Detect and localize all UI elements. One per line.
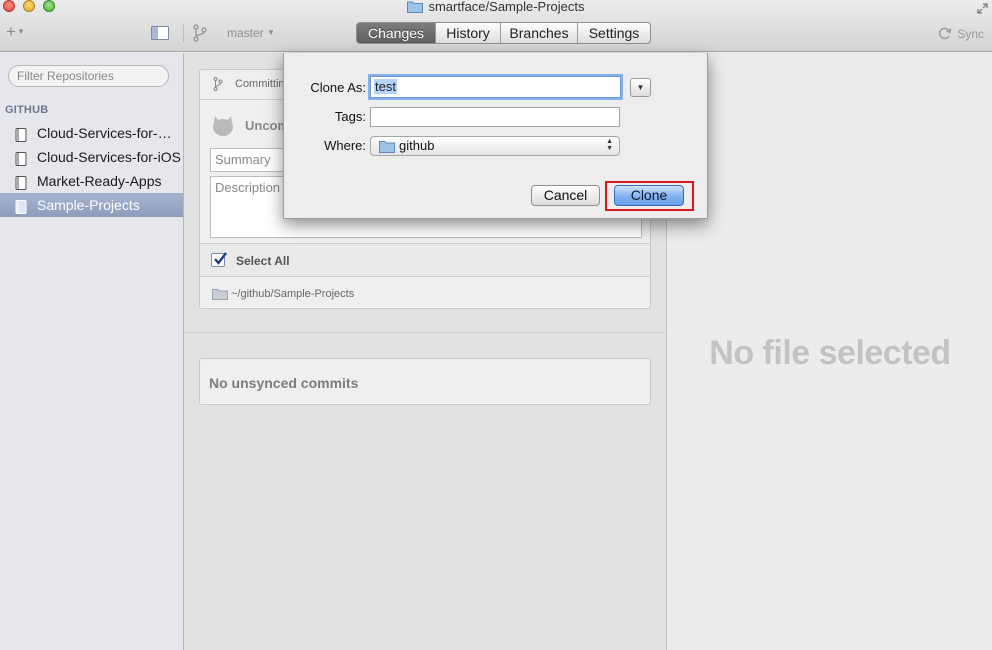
fullscreen-icon[interactable] [977,2,988,14]
sidebar-item-cloud-services-ios[interactable]: Cloud-Services-for-iOS [0,145,183,169]
chevron-down-icon: ▼ [267,28,275,37]
tags-label: Tags: [334,109,366,124]
folder-icon [407,0,424,16]
sidebar-section-github: GITHUB [5,104,49,116]
unsynced-commits-label: No unsynced commits [209,375,359,391]
branch-icon[interactable] [192,24,208,45]
cancel-button[interactable]: Cancel [531,185,600,206]
where-value: github [399,138,435,153]
no-file-selected-label: No file selected [709,334,951,372]
sidebar-item-label: Sample-Projects [37,197,140,213]
octocat-avatar-icon [210,113,236,139]
sidebar-item-label: Cloud-Services-for-iOS [37,149,181,165]
sync-button[interactable]: Sync [937,26,984,44]
sidebar-item-cloud-services-android[interactable]: Cloud-Services-for-… [0,121,183,145]
window-title-text: smartface/Sample-Projects [428,0,585,14]
repository-icon [15,150,27,169]
tab-branches[interactable]: Branches [500,23,577,43]
clone-as-options-button[interactable]: ▼ [630,78,651,97]
sidebar-item-sample-projects[interactable]: Sample-Projects [0,193,183,217]
sync-icon [937,26,952,44]
sidebar-item-market-ready-apps[interactable]: Market-Ready-Apps [0,169,183,193]
select-all-checkbox[interactable] [211,252,227,267]
changes-path-row: ~/github/Sample-Projects [200,278,650,309]
unsynced-commits-card: No unsynced commits [199,358,651,405]
select-all-label: Select All [236,254,290,268]
repository-icon [15,126,27,145]
branch-selector[interactable]: master ▼ [227,26,275,40]
sidebar: Filter Repositories GITHUB Cloud-Service… [0,53,184,650]
add-repository-button[interactable]: +▼ [6,23,25,40]
committing-label: Committin [235,78,285,90]
filter-repositories-input[interactable]: Filter Repositories [8,65,169,87]
select-all-row: Select All [200,243,650,277]
sync-label: Sync [957,27,984,41]
folder-icon [379,140,395,158]
where-select[interactable]: github ▲ ▼ [370,136,620,156]
branch-icon [213,77,223,94]
folder-icon [212,288,228,303]
chevron-down-icon: ▼ [16,27,25,36]
clone-as-value: test [374,79,397,94]
where-label: Where: [324,138,366,153]
title-bar: smartface/Sample-Projects +▼ master ▼ Ch… [0,0,992,52]
branch-name-label: master [227,26,264,40]
sidebar-item-label: Cloud-Services-for-… [37,125,172,141]
view-switcher: Changes History Branches Settings [356,22,651,44]
tab-settings[interactable]: Settings [577,23,650,43]
sidebar-item-label: Market-Ready-Apps [37,173,162,189]
repository-icon [15,174,27,193]
toggle-sidebar-icon[interactable] [151,26,169,40]
clone-button[interactable]: Clone [614,185,684,206]
section-divider [184,332,667,333]
diff-panel: No file selected [668,53,992,650]
toolbar-divider [183,24,184,42]
repository-icon [15,198,27,217]
window-title: smartface/Sample-Projects [0,0,992,16]
repository-path: ~/github/Sample-Projects [231,288,355,300]
up-down-arrows-icon: ▲ ▼ [606,138,613,152]
chevron-down-icon: ▼ [636,83,645,92]
tab-history[interactable]: History [435,23,500,43]
tags-input[interactable] [370,107,620,127]
clone-as-input[interactable]: test [370,76,621,98]
clone-as-label: Clone As: [310,80,366,95]
tab-changes[interactable]: Changes [357,23,435,43]
clone-dialog: Clone As: test ▼ Tags: Where: github ▲ ▼ … [283,53,708,219]
